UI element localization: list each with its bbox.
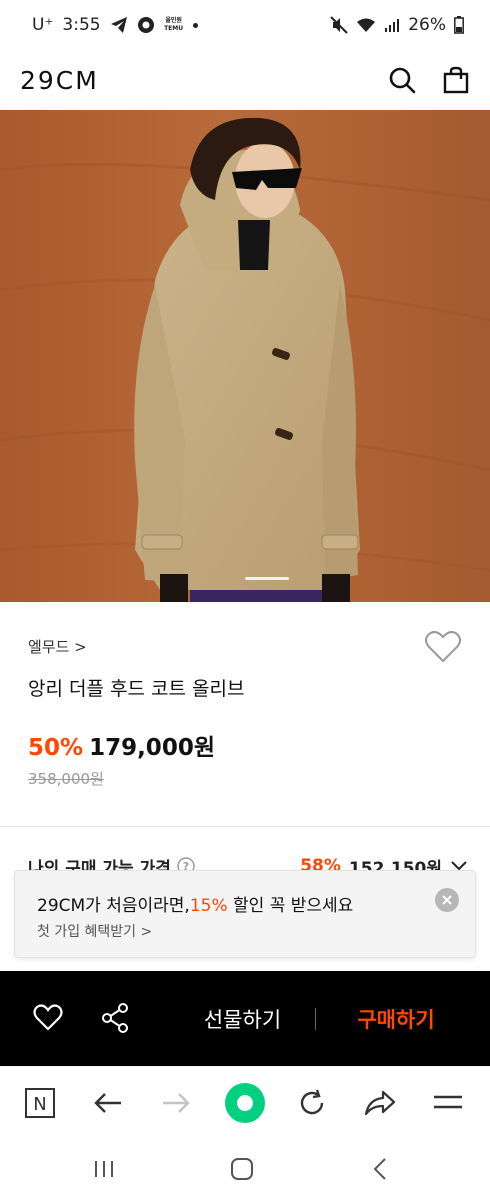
arrow-left-icon <box>94 1093 121 1113</box>
recent-apps-icon <box>95 1161 113 1177</box>
battery-icon <box>454 16 464 34</box>
status-bar: U⁺ 3:55 올인원 TEMU 26% <box>0 0 490 50</box>
purchase-action-bar: 선물하기 구매하기 <box>0 971 490 1066</box>
home-button[interactable] <box>224 1154 260 1184</box>
signal-icon <box>385 19 400 32</box>
buy-button[interactable]: 구매하기 <box>326 971 466 1066</box>
sale-price: 179,000원 <box>89 735 215 761</box>
naver-home-button[interactable]: N <box>22 1085 58 1121</box>
refresh-icon <box>300 1089 324 1115</box>
like-heart-icon[interactable] <box>33 1004 63 1032</box>
svg-text:N: N <box>33 1094 46 1115</box>
menu-button[interactable] <box>430 1085 466 1121</box>
hamburger-menu-icon <box>434 1095 462 1109</box>
brand-logo[interactable]: 29CM <box>20 66 99 95</box>
carrier-label: U⁺ <box>32 15 54 35</box>
refresh-button[interactable] <box>294 1085 330 1121</box>
shopping-bag-icon[interactable] <box>442 66 470 94</box>
arrow-right-icon <box>163 1093 190 1113</box>
more-notifications-dot <box>192 22 198 28</box>
share-icon[interactable] <box>100 1002 130 1034</box>
back-button[interactable] <box>90 1085 126 1121</box>
home-icon <box>231 1158 253 1180</box>
clock: 3:55 <box>62 15 101 35</box>
naver-n-icon: N <box>25 1088 55 1118</box>
discount-rate: 50% <box>28 735 84 761</box>
forward-button[interactable] <box>158 1085 194 1121</box>
green-dot-button[interactable] <box>224 1082 266 1124</box>
price-row: 50% 179,000원 <box>28 728 215 762</box>
share-arrow-icon <box>364 1090 396 1116</box>
product-name: 앙리 더플 후드 코트 올리브 <box>28 678 245 700</box>
battery-percent: 26% <box>408 15 446 35</box>
recent-apps-button[interactable] <box>86 1154 122 1184</box>
divider <box>315 1008 316 1030</box>
browser-toolbar: N <box>0 1066 490 1138</box>
image-pager-indicator <box>245 577 289 580</box>
share-page-button[interactable] <box>362 1085 398 1121</box>
temu-notification-icon: 올인원 TEMU <box>164 17 184 32</box>
brand-link[interactable]: 엘무드 > <box>28 636 87 657</box>
green-dot-icon <box>225 1083 265 1123</box>
telegram-icon <box>110 17 127 33</box>
search-icon[interactable] <box>388 66 416 94</box>
wifi-icon <box>357 18 376 32</box>
heart-icon[interactable] <box>424 630 462 664</box>
original-price: 358,000원 <box>28 770 104 788</box>
gift-button[interactable]: 선물하기 <box>160 971 325 1066</box>
chevron-left-icon <box>373 1158 386 1180</box>
back-nav-button[interactable] <box>362 1154 398 1184</box>
promo-percent: 15% <box>189 896 228 916</box>
divider <box>0 826 490 827</box>
close-icon <box>442 895 452 905</box>
signup-promo-banner[interactable]: 29CM가 처음이라면,15% 할인 꼭 받으세요 첫 가입 혜택받기 > <box>14 870 476 958</box>
system-navigation-bar <box>0 1138 490 1200</box>
app-header: 29CM <box>0 50 490 110</box>
chrome-icon <box>137 17 154 33</box>
promo-message: 29CM가 처음이라면,15% 할인 꼭 받으세요 <box>37 896 354 916</box>
signup-benefit-link[interactable]: 첫 가입 혜택받기 > <box>37 921 152 941</box>
close-button[interactable] <box>435 888 459 912</box>
product-image[interactable] <box>0 110 490 602</box>
mute-icon <box>330 16 348 34</box>
